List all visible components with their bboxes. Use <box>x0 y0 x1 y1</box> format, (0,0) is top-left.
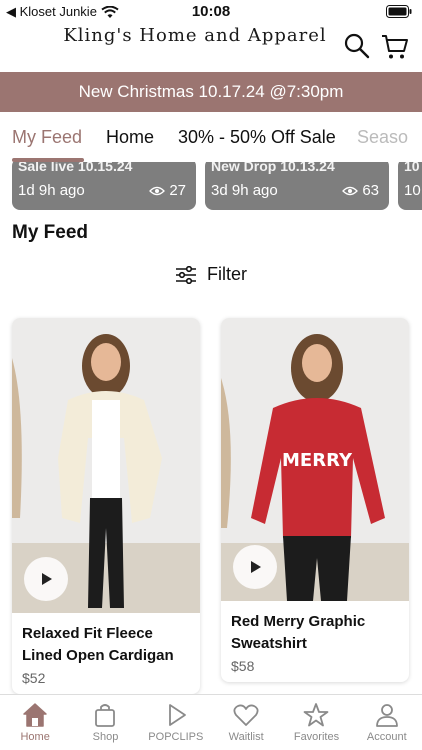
battery-icon <box>386 5 412 23</box>
live-show-title: Sale live 10.15.24 <box>18 162 133 174</box>
home-icon <box>23 703 47 727</box>
nav-label: Account <box>366 731 407 743</box>
nav-home[interactable]: Home <box>0 695 70 750</box>
nav-account[interactable]: Account <box>352 695 422 750</box>
nav-label: Favorites <box>293 731 340 743</box>
live-show-time: 1d 9h ago <box>18 182 85 199</box>
play-video-button[interactable] <box>24 557 68 601</box>
bottom-navigation: Home Shop POPCLIPS Waitlist Favorites Ac… <box>0 694 422 750</box>
status-bar: ◀ Kloset Junkie 10:08 <box>0 0 422 24</box>
product-image[interactable] <box>12 318 200 613</box>
play-icon <box>168 704 186 726</box>
live-show-card[interactable]: Sale live 10.15.24 1d 9h ago 27 <box>12 162 196 210</box>
live-show-card[interactable]: 10 10 <box>398 162 422 210</box>
nav-label: Waitlist <box>228 731 264 743</box>
person-icon <box>375 704 398 727</box>
tab-sale[interactable]: 30% - 50% Off Sale <box>178 127 336 148</box>
play-icon <box>251 561 261 573</box>
view-count: 63 <box>362 182 379 199</box>
view-count: 27 <box>169 182 186 199</box>
live-show-card[interactable]: New Drop 10.13.24 3d 9h ago 63 <box>205 162 389 210</box>
search-icon[interactable] <box>343 32 373 62</box>
tab-home[interactable]: Home <box>106 127 154 148</box>
product-card[interactable]: Relaxed Fit Fleece Lined Open Cardigan $… <box>12 318 200 694</box>
announcement-text: New Christmas 10.17.24 @7:30pm <box>78 82 344 101</box>
shopping-bag-icon <box>95 704 116 727</box>
nav-label: Shop <box>92 731 119 743</box>
play-video-button[interactable] <box>233 545 277 589</box>
product-name[interactable]: Red Merry Graphic Sweatshirt <box>231 611 399 655</box>
nav-label: POPCLIPS <box>148 731 204 743</box>
live-show-views: 27 <box>149 182 186 199</box>
product-price: $58 <box>231 658 255 674</box>
nav-waitlist[interactable]: Waitlist <box>211 695 281 750</box>
play-icon <box>42 573 52 585</box>
tab-seasonal[interactable]: Seaso <box>357 127 408 148</box>
merry-graphic: MERRY <box>282 450 353 471</box>
live-show-title: 10 <box>404 162 420 174</box>
filter-sliders-icon <box>176 265 196 284</box>
product-image[interactable]: MERRY <box>221 318 409 601</box>
filter-label: Filter <box>207 264 247 284</box>
product-card[interactable]: MERRY Red Merry Graphic Sweatshirt $58 <box>221 318 409 682</box>
heart-icon <box>233 704 259 726</box>
live-shows-carousel: Sale live 10.15.24 1d 9h ago 27 New Drop… <box>0 162 422 212</box>
eye-icon <box>149 186 166 195</box>
live-show-views: 63 <box>342 182 379 199</box>
eye-icon <box>342 186 359 195</box>
category-tabs: My Feed Home 30% - 50% Off Sale Seaso <box>0 112 422 162</box>
feed-title: My Feed <box>12 222 89 243</box>
cart-icon[interactable] <box>380 32 410 62</box>
nav-popclips[interactable]: POPCLIPS <box>141 695 211 750</box>
nav-label: Home <box>20 731 50 743</box>
live-show-time: 10 <box>404 182 421 199</box>
live-show-title: New Drop 10.13.24 <box>211 162 335 174</box>
filter-button[interactable]: Filter <box>175 264 247 285</box>
app-header: Kling's Home and Apparel <box>0 24 422 72</box>
product-name[interactable]: Relaxed Fit Fleece Lined Open Cardigan <box>22 623 190 667</box>
product-price: $52 <box>22 670 46 686</box>
tab-my-feed[interactable]: My Feed <box>12 127 82 148</box>
star-icon <box>304 703 329 727</box>
nav-favorites[interactable]: Favorites <box>281 695 351 750</box>
live-show-time: 3d 9h ago <box>211 182 278 199</box>
announcement-banner[interactable]: New Christmas 10.17.24 @7:30pm <box>0 72 422 112</box>
nav-shop[interactable]: Shop <box>70 695 140 750</box>
status-time: 10:08 <box>191 3 231 20</box>
store-logo[interactable]: Kling's Home and Apparel <box>50 26 340 46</box>
